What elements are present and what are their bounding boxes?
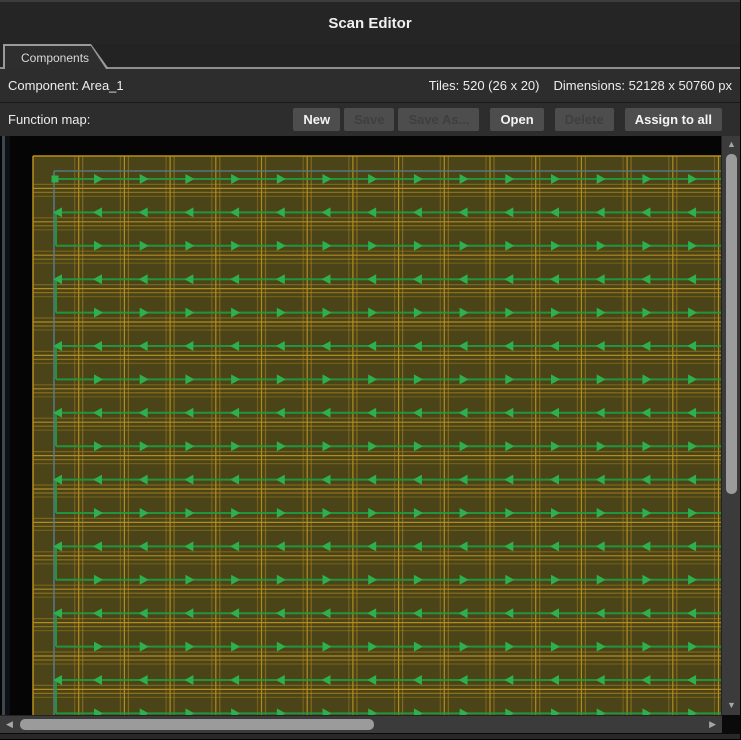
component-info-bar: Component: Area_1 Tiles: 520 (26 x 20) D…: [0, 69, 740, 103]
vertical-scrollbar[interactable]: ▲ ▼: [721, 136, 740, 715]
scrollbar-corner: [722, 715, 741, 733]
horizontal-scrollbar[interactable]: ◀ ▶: [0, 715, 722, 733]
page-title: Scan Editor: [328, 15, 411, 32]
horizontal-scrollbar-thumb[interactable]: [20, 719, 374, 730]
new-button[interactable]: New: [293, 108, 340, 131]
vertical-scrollbar-thumb[interactable]: [726, 154, 737, 494]
scan-editor-window: Scan Editor Components Component: Area_1…: [0, 0, 741, 740]
save-as-button[interactable]: Save As...: [398, 108, 479, 131]
tab-components-label: Components: [21, 51, 89, 65]
tab-strip-divider: [0, 67, 740, 69]
tab-strip: Components: [0, 44, 740, 69]
tiles-count-label: Tiles: 520 (26 x 20): [429, 78, 540, 93]
scroll-right-icon[interactable]: ▶: [709, 720, 716, 729]
scroll-left-icon[interactable]: ◀: [6, 720, 13, 729]
function-map-bar: Function map: New Save Save As... Open D…: [0, 103, 740, 136]
component-name-label: Component: Area_1: [8, 78, 124, 93]
scan-map-viewport: ▲ ▼ ◀ ▶: [0, 136, 740, 739]
save-button[interactable]: Save: [344, 108, 394, 131]
title-bar: Scan Editor: [0, 0, 740, 44]
tab-components[interactable]: Components: [3, 44, 109, 69]
function-map-label: Function map:: [8, 112, 90, 127]
bottom-edge: [0, 733, 741, 739]
open-button[interactable]: Open: [490, 108, 543, 131]
scroll-up-icon[interactable]: ▲: [727, 140, 736, 149]
scan-map-canvas[interactable]: [10, 136, 722, 715]
dimensions-label: Dimensions: 52128 x 50760 px: [553, 78, 732, 93]
scroll-down-icon[interactable]: ▼: [727, 701, 736, 710]
assign-to-all-button[interactable]: Assign to all: [625, 108, 722, 131]
delete-button[interactable]: Delete: [555, 108, 614, 131]
